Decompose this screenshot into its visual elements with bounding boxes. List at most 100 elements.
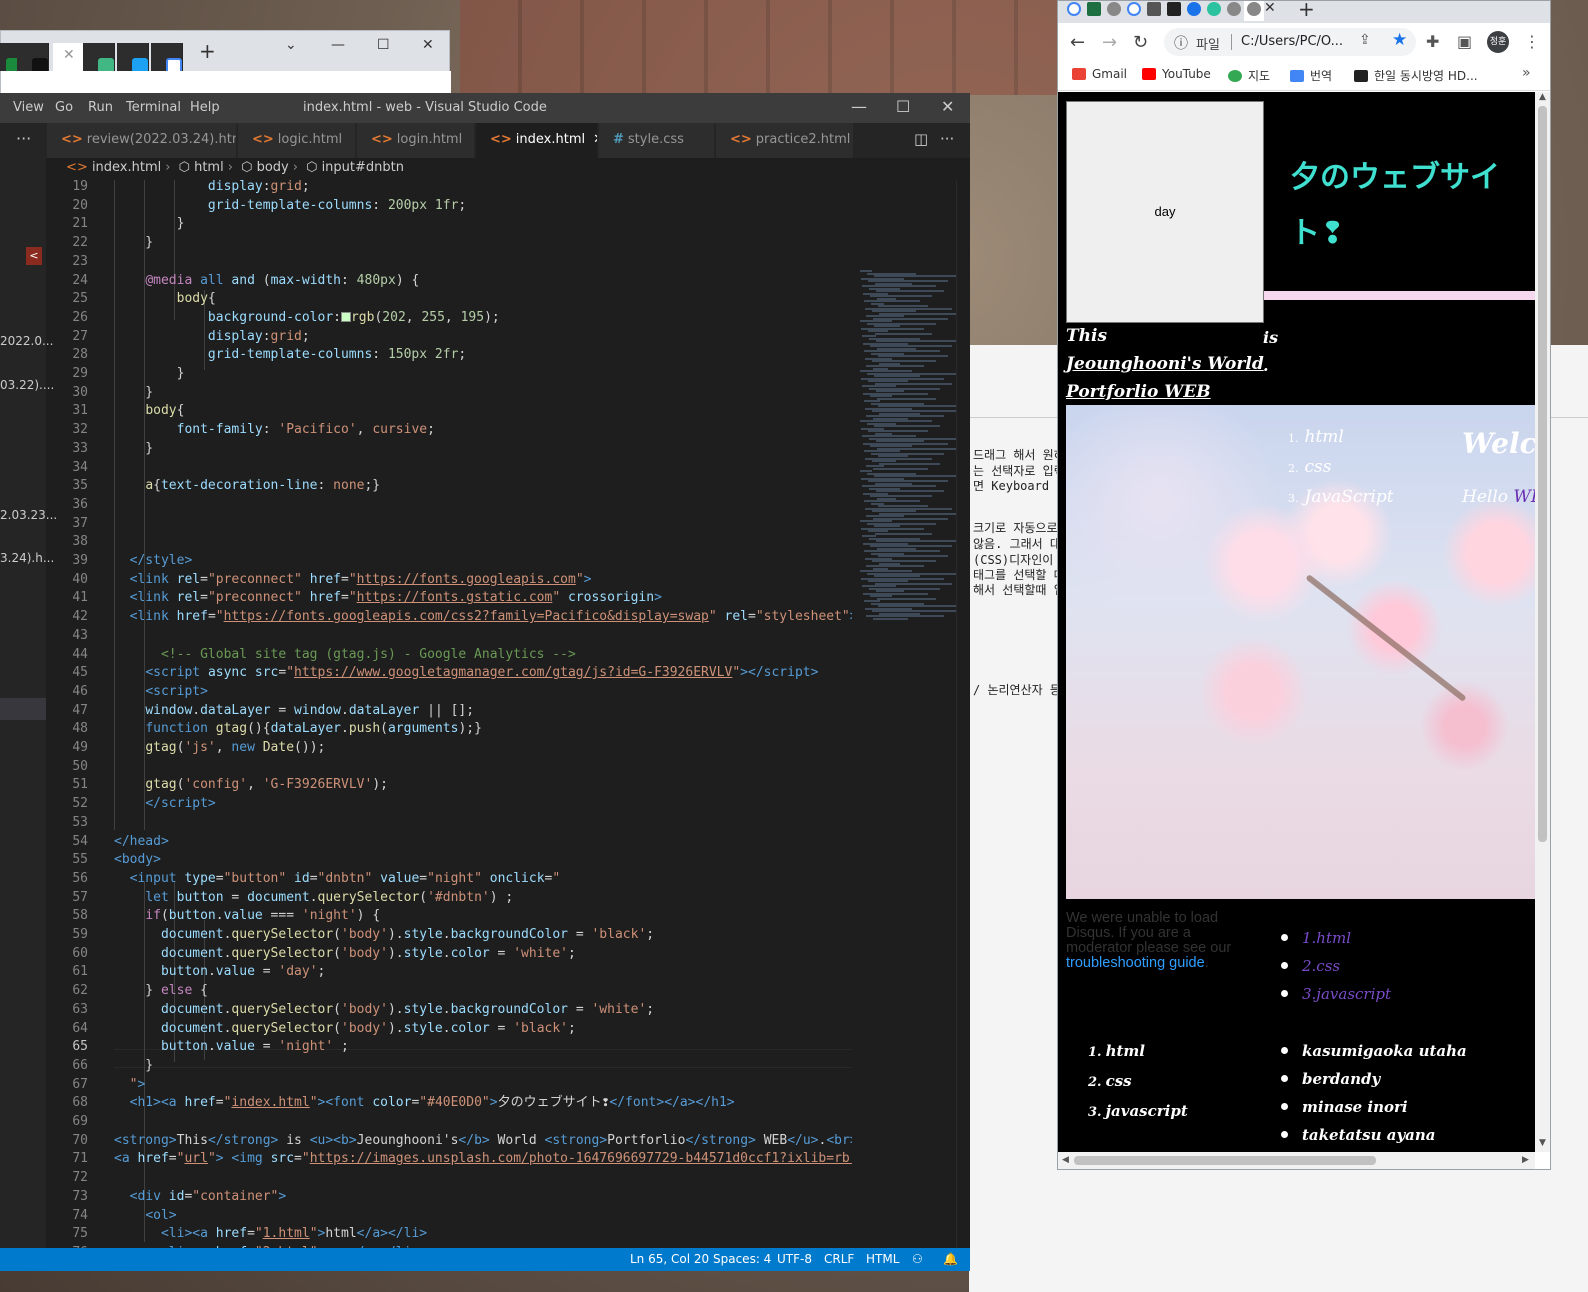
language-mode[interactable]: HTML (866, 1252, 899, 1266)
browser-tab[interactable] (1124, 1, 1144, 21)
back-tab[interactable] (117, 43, 149, 71)
page-vertical-scrollbar[interactable]: ▲ ▼ (1535, 92, 1550, 1152)
line-ending[interactable]: CRLF (824, 1252, 854, 1266)
nav-link-css[interactable]: css (1305, 457, 1332, 477)
menu-view[interactable]: View (13, 100, 44, 115)
back-tab[interactable] (17, 43, 49, 71)
indentation[interactable]: Spaces: 4 (713, 1252, 771, 1266)
editor-scrollbar[interactable] (956, 180, 970, 1248)
breadcrumb-item[interactable]: html (194, 160, 224, 175)
list-item[interactable]: 1.html (1281, 924, 1391, 952)
chevron-right-icon[interactable]: » (1522, 65, 1531, 81)
scrollbar-thumb[interactable] (1538, 106, 1547, 842)
menu-run[interactable]: Run (88, 100, 113, 115)
feedback-icon[interactable]: ⚇ (912, 1252, 923, 1266)
browser-tab[interactable] (1184, 1, 1204, 21)
close-window-icon[interactable]: ✕ (941, 97, 954, 116)
minimap[interactable] (852, 180, 968, 1248)
back-tab[interactable] (151, 43, 183, 71)
link-1[interactable]: 1.html (1302, 929, 1351, 947)
more-actions-icon[interactable]: ··· (940, 130, 954, 148)
bookmark-gmail[interactable]: Gmail (1072, 67, 1127, 81)
browser-tab-active[interactable] (1244, 1, 1264, 21)
nav-link-javascript[interactable]: JavaScript (1305, 487, 1394, 507)
nav-link-html[interactable]: html (1305, 427, 1344, 447)
back-icon[interactable]: ← (1070, 32, 1085, 53)
tab-review[interactable]: <> review(2022.03.24).html (47, 123, 237, 158)
tab-index[interactable]: <>index.html ✕ (476, 123, 598, 158)
tab-login[interactable]: <> login.html (357, 123, 475, 158)
back-tab-active[interactable]: ✕ (53, 43, 85, 71)
close-window-icon[interactable]: ✕ (422, 37, 434, 53)
menu-terminal[interactable]: Terminal (126, 100, 181, 115)
reload-icon[interactable]: ↻ (1133, 32, 1148, 53)
new-tab-icon[interactable]: + (199, 39, 216, 63)
tab-style[interactable]: # style.css (599, 123, 715, 158)
breadcrumb-item[interactable]: index.html (92, 160, 161, 175)
info-icon[interactable]: ⓘ (1174, 33, 1188, 53)
page-heading[interactable]: 夕のウェブサイト❢ (1290, 150, 1530, 262)
bookmark-star-icon[interactable]: ★ (1392, 30, 1407, 50)
menu-icon[interactable]: ⋮ (1524, 32, 1540, 51)
back-tab[interactable] (83, 43, 115, 71)
browser-tab[interactable] (1084, 1, 1104, 21)
close-icon[interactable]: ✕ (593, 132, 597, 147)
list-item[interactable]: 3. JavaScript (1288, 483, 1394, 513)
breadcrumb-item[interactable]: input#dnbtn (322, 160, 404, 175)
scroll-up-icon[interactable]: ▲ (1539, 92, 1546, 102)
browser-tab[interactable] (1164, 1, 1184, 21)
cherry-blossom-image[interactable]: 1.html 2.css 3.JavaScript Welcom Hello W… (1066, 405, 1535, 899)
tab-practice2[interactable]: <> practice2.html (716, 123, 854, 158)
bookmark-anime[interactable]: 한일 동시방영 HD... (1354, 67, 1478, 84)
browser-tab[interactable] (1204, 1, 1224, 21)
address-url[interactable]: C:/Users/PC/O... (1241, 34, 1343, 49)
scroll-left-icon[interactable]: ◀ (1062, 1155, 1069, 1165)
scroll-down-icon[interactable]: ▼ (1539, 1138, 1546, 1148)
collapse-icon[interactable]: < (26, 247, 42, 265)
menu-help[interactable]: Help (190, 100, 220, 115)
browser-tab[interactable] (1224, 1, 1244, 21)
list-item[interactable]: 3.javascript (1281, 980, 1391, 1008)
browser-tab[interactable] (1104, 1, 1124, 21)
breadcrumb-item[interactable]: body (257, 160, 289, 175)
chevron-down-icon[interactable]: ⌄ (285, 37, 297, 53)
list-item[interactable]: 2.css (1281, 952, 1391, 980)
encoding[interactable]: UTF-8 (777, 1252, 812, 1266)
avatar[interactable]: 정훈 (1487, 31, 1509, 53)
cursor-position[interactable]: Ln 65, Col 20 (630, 1252, 709, 1266)
link-2[interactable]: 2.css (1302, 957, 1340, 975)
link-3[interactable]: 3.javascript (1302, 985, 1391, 1003)
day-night-button[interactable]: day (1066, 101, 1264, 323)
forward-icon[interactable]: → (1102, 32, 1117, 53)
browser-tab[interactable] (1064, 1, 1084, 21)
bookmark-maps[interactable]: 지도 (1228, 67, 1270, 84)
scrollbar-thumb[interactable] (1074, 1156, 1376, 1165)
browser-tab[interactable] (1144, 1, 1164, 21)
minimize-icon[interactable]: — (331, 37, 345, 53)
disqus-link[interactable]: troubleshooting guide (1066, 955, 1205, 971)
menu-go[interactable]: Go (55, 100, 73, 115)
minimize-icon[interactable]: — (851, 97, 867, 116)
maximize-icon[interactable]: ☐ (896, 97, 910, 116)
address-bar[interactable]: ⓘ 파일 C:/Users/PC/O... ⇪ ★ (1164, 28, 1416, 56)
explorer-selected-item[interactable] (0, 698, 46, 720)
code-editor[interactable]: 19 20 21 22 23 24 25 26 27 28 29 30 31 32 33 34 35 36 37 38… (46, 180, 852, 1248)
list-item[interactable]: 1.html (1288, 423, 1394, 453)
bookmark-translate[interactable]: 번역 (1290, 67, 1332, 84)
code-lines[interactable]: display:grid; grid-template-columns: 200… (114, 180, 852, 1248)
bookmark-youtube[interactable]: YouTube (1142, 67, 1211, 81)
close-tab-icon[interactable]: ✕ (1264, 1, 1276, 16)
extensions-icon[interactable]: ✚ (1426, 32, 1439, 51)
more-actions-icon[interactable]: ··· (16, 129, 31, 148)
page-horizontal-scrollbar[interactable]: ◀ ▶ (1058, 1152, 1535, 1169)
scroll-right-icon[interactable]: ▶ (1522, 1155, 1529, 1165)
maximize-icon[interactable]: ☐ (377, 37, 390, 53)
side-panel-icon[interactable]: ▣ (1457, 32, 1472, 51)
close-icon[interactable]: ✕ (63, 47, 75, 63)
new-tab-icon[interactable]: + (1298, 1, 1315, 21)
bell-icon[interactable]: 🔔 (943, 1252, 958, 1266)
color-swatch[interactable] (340, 311, 351, 322)
tab-logic[interactable]: <> logic.html (238, 123, 356, 158)
split-editor-icon[interactable]: ◫ (914, 130, 928, 148)
list-item[interactable]: 2.css (1288, 453, 1394, 483)
